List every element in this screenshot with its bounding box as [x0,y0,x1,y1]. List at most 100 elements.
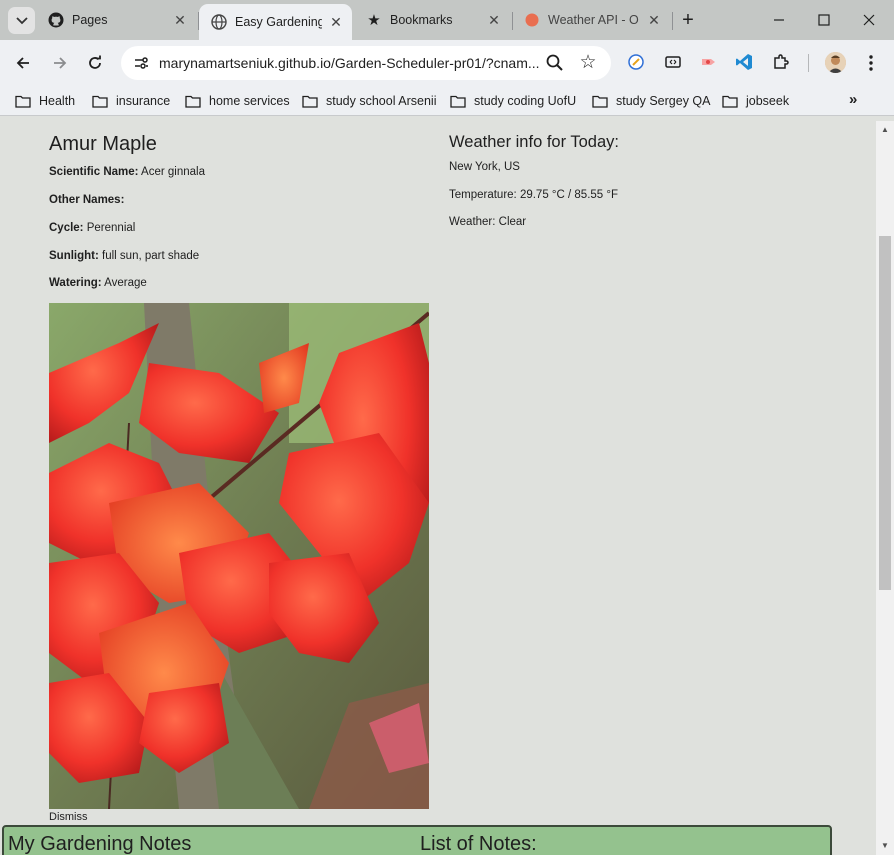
recorder-extension-icon[interactable] [699,52,719,72]
weather-temperature: Temperature: 29.75 °C / 85.55 °F [449,189,619,201]
close-window-button[interactable] [857,8,881,32]
weather-title: Weather info for Today: [449,133,619,151]
bookmark-label: jobseek [746,94,790,108]
globe-icon [211,14,227,30]
bookmark-star-icon[interactable]: ☆ [577,52,599,74]
tab-search-button[interactable] [8,7,35,34]
watering-value: Average [104,277,147,289]
arrow-left-icon [16,57,29,69]
folder-icon [92,95,108,108]
bookmark-label: study school Arsenii [326,94,437,108]
sunlight-label: Sunlight: [49,250,99,262]
arrow-right-icon [54,57,67,69]
openweather-icon [524,12,540,28]
tab-weather-api[interactable]: Weather API - O ✕ [512,6,670,34]
watering: Watering: Average [49,277,147,289]
maximize-button[interactable] [812,8,836,32]
more-vertical-icon [869,55,873,71]
close-icon[interactable]: ✕ [486,12,502,28]
notes-title: My Gardening Notes [8,833,192,855]
back-button[interactable] [11,51,35,75]
screen-capture-icon[interactable] [663,52,683,72]
profile-avatar[interactable] [825,52,846,73]
url-text[interactable]: marynamartseniuk.github.io/Garden-Schedu… [159,55,540,71]
folder-icon [592,95,608,108]
zoom-icon[interactable] [545,53,565,73]
tab-divider [672,12,673,30]
new-tab-button[interactable]: + [677,9,699,31]
site-info-icon[interactable] [129,51,153,75]
plant-image [49,303,429,809]
scientific-name-value: Acer ginnala [141,166,205,178]
bookmark-study-sergey-qa[interactable]: study Sergey QA [592,92,711,110]
close-icon[interactable]: ✕ [646,12,662,28]
chevron-down-icon [15,16,28,24]
bookmark-label: study Sergey QA [616,94,711,108]
dismiss-button[interactable]: Dismiss [49,811,88,823]
weather-condition: Weather: Clear [449,216,527,228]
bookmark-label: study coding UofU [474,94,577,108]
bookmark-home-services[interactable]: home services [185,92,290,110]
folder-icon [450,95,466,108]
tab-strip: Pages ✕ Easy Gardening ✕ ★ Bookmarks ✕ W… [0,0,894,40]
watering-label: Watering: [49,277,102,289]
scientific-name: Scientific Name: Acer ginnala [49,166,205,178]
star-icon: ★ [367,12,381,29]
bookmarks-bar: Health insurance home services study sch… [0,86,894,116]
tab-easy-gardening[interactable]: Easy Gardening ✕ [199,4,352,40]
tab-title: Weather API - O [548,13,639,27]
close-icon[interactable]: ✕ [172,12,188,28]
bookmark-label: home services [209,94,290,108]
tab-title: Easy Gardening [235,15,322,29]
vertical-scrollbar[interactable]: ▲ ▼ [876,121,894,855]
notes-list-title: List of Notes: [420,833,537,855]
scientific-name-label: Scientific Name: [49,166,139,178]
tab-bookmarks[interactable]: ★ Bookmarks ✕ [354,6,510,34]
close-icon[interactable]: ✕ [328,14,344,30]
bookmark-jobseek[interactable]: jobseek [722,92,789,110]
sunlight-value: full sun, part shade [102,250,200,262]
address-bar[interactable]: marynamartseniuk.github.io/Garden-Schedu… [121,46,611,80]
folder-icon [302,95,318,108]
minimize-icon [774,19,784,21]
close-icon [863,14,875,26]
github-icon [48,12,64,28]
menu-button[interactable] [859,51,883,75]
bookmark-insurance[interactable]: insurance [92,92,170,110]
folder-icon [185,95,201,108]
folder-icon [722,95,738,108]
bookmark-label: insurance [116,94,171,108]
tab-pages[interactable]: Pages ✕ [36,6,196,34]
scroll-down-arrow-icon[interactable]: ▼ [876,839,894,853]
bookmark-study-school-arsenii[interactable]: study school Arsenii [302,92,436,110]
browser-toolbar: marynamartseniuk.github.io/Garden-Schedu… [0,40,894,86]
minimize-button[interactable] [767,8,791,32]
bookmark-label: Health [39,94,76,108]
forward-button[interactable] [48,51,72,75]
toolbar-divider [808,54,809,72]
sunlight: Sunlight: full sun, part shade [49,250,199,262]
gardening-notes-panel: My Gardening Notes List of Notes: [2,825,832,855]
folder-icon [15,95,31,108]
cycle: Cycle: Perennial [49,222,135,234]
tab-title: Pages [72,13,108,27]
extension-icon[interactable] [626,52,646,72]
reload-icon [89,55,101,69]
vscode-icon[interactable] [734,52,754,72]
more-bookmarks-icon[interactable]: » [849,91,857,108]
extensions-puzzle-icon[interactable] [771,52,791,72]
other-names-label: Other Names: [49,194,125,206]
bookmark-study-coding-uofu[interactable]: study coding UofU [450,92,576,110]
weather-location: New York, US [449,161,520,173]
bookmark-health[interactable]: Health [15,92,75,110]
reload-button[interactable] [83,51,107,75]
other-names: Other Names: [49,194,124,206]
tab-title: Bookmarks [390,13,453,27]
cycle-label: Cycle: [49,222,84,234]
maximize-icon [818,14,830,26]
cycle-value: Perennial [86,222,136,234]
scrollbar-thumb[interactable] [879,236,891,590]
scroll-up-arrow-icon[interactable]: ▲ [876,123,894,137]
page-viewport: Amur Maple Scientific Name: Acer ginnala… [0,121,876,855]
plant-name: Amur Maple [49,133,157,155]
